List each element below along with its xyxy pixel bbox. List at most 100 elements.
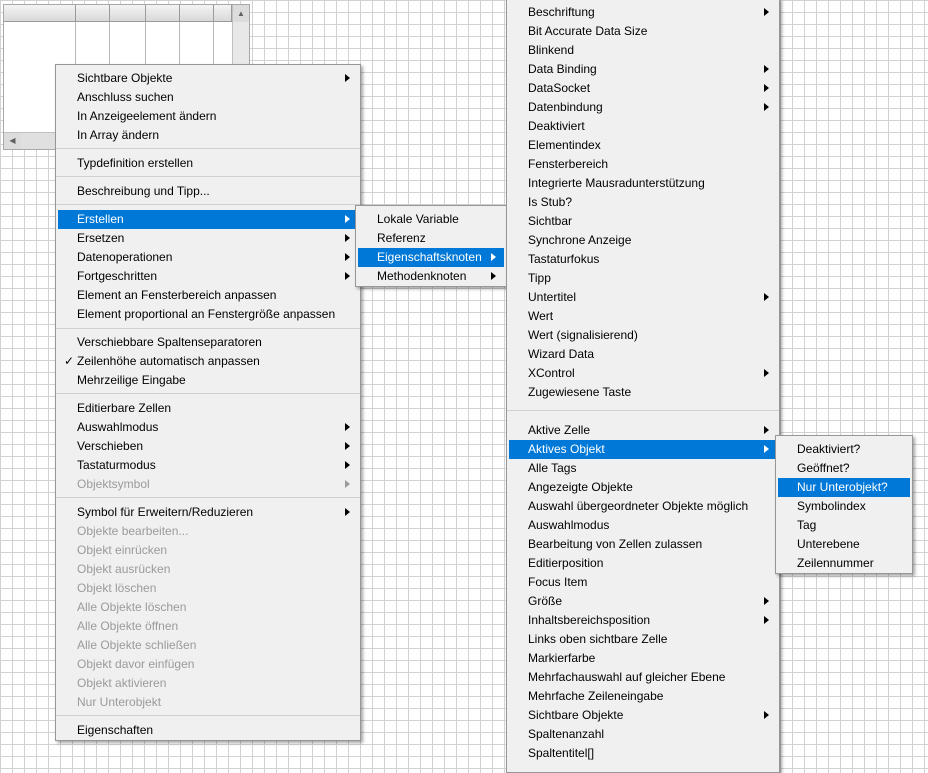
menu-item-synchrone-anzeige[interactable]: Synchrone Anzeige bbox=[509, 231, 777, 250]
menu-item-editierbare-zellen[interactable]: Editierbare Zellen bbox=[58, 399, 358, 418]
menu-item-tag[interactable]: Tag bbox=[778, 516, 910, 535]
menu-item-inhaltsbereichsposition[interactable]: Inhaltsbereichsposition bbox=[509, 611, 777, 630]
menu-item-tipp[interactable]: Tipp bbox=[509, 269, 777, 288]
menu-item-label: Zeilenhöhe automatisch anpassen bbox=[77, 354, 260, 368]
menu-item-anschluss-suchen[interactable]: Anschluss suchen bbox=[58, 88, 358, 107]
menu-item-label: Angezeigte Objekte bbox=[528, 480, 633, 494]
menu-item-auswahl-ubergeordneter-objekte-moglich[interactable]: Auswahl übergeordneter Objekte möglich bbox=[509, 497, 777, 516]
column-header[interactable] bbox=[76, 5, 110, 22]
menu-item-fortgeschritten[interactable]: Fortgeschritten bbox=[58, 267, 358, 286]
menu-item-markierfarbe[interactable]: Markierfarbe bbox=[509, 649, 777, 668]
menu-item-bearbeitung-von-zellen-zulassen[interactable]: Bearbeitung von Zellen zulassen bbox=[509, 535, 777, 554]
menu-item-spaltentitel[interactable]: Spaltentitel[] bbox=[509, 744, 777, 763]
menu-item-sichtbar[interactable]: Sichtbar bbox=[509, 212, 777, 231]
menu-item-wizard-data[interactable]: Wizard Data bbox=[509, 345, 777, 364]
menu-item-datasocket[interactable]: DataSocket bbox=[509, 79, 777, 98]
menu-item-symbolindex[interactable]: Symbolindex bbox=[778, 497, 910, 516]
menu-item-deaktiviert[interactable]: Deaktiviert bbox=[509, 117, 777, 136]
menu-item-symbol-fur-erweitern-reduzieren[interactable]: Symbol für Erweitern/Reduzieren bbox=[58, 503, 358, 522]
menu-item-beschriftung[interactable]: Beschriftung bbox=[509, 3, 777, 22]
submenu-aktives-objekt: Deaktiviert? Geöffnet? Nur Unterobjekt? Sym… bbox=[775, 435, 913, 574]
menu-item-untertitel[interactable]: Untertitel bbox=[509, 288, 777, 307]
menu-item-element-proportional-an-fenstergrosse-anpassen[interactable]: Element proportional an Fenstergröße anp… bbox=[58, 305, 358, 324]
menu-item-in-anzeigeelement-andern[interactable]: In Anzeigeelement ändern bbox=[58, 107, 358, 126]
menu-item-zugewiesene-taste[interactable]: Zugewiesene Taste bbox=[509, 383, 777, 402]
column-header[interactable] bbox=[110, 5, 146, 22]
menu-item-aktive-zelle[interactable]: Aktive Zelle bbox=[509, 421, 777, 440]
column-header[interactable] bbox=[4, 5, 76, 22]
menu-item-mehrzeilige-eingabe[interactable]: Mehrzeilige Eingabe bbox=[58, 371, 358, 390]
menu-item-integrierte-mausradunterstutzung[interactable]: Integrierte Mausradunterstützung bbox=[509, 174, 777, 193]
menu-item-label: Aktive Zelle bbox=[528, 423, 591, 437]
menu-item-datenbindung[interactable]: Datenbindung bbox=[509, 98, 777, 117]
menu-item-deaktiviert[interactable]: Deaktiviert? bbox=[778, 440, 910, 459]
menu-item-mehrfachauswahl-auf-gleicher-ebene[interactable]: Mehrfachauswahl auf gleicher Ebene bbox=[509, 668, 777, 687]
submenu-arrow-icon bbox=[764, 65, 769, 73]
column-header[interactable] bbox=[180, 5, 214, 22]
menu-item-xcontrol[interactable]: XControl bbox=[509, 364, 777, 383]
menu-item-element-an-fensterbereich-anpassen[interactable]: Element an Fensterbereich anpassen bbox=[58, 286, 358, 305]
menu-item-focus-item[interactable]: Focus Item bbox=[509, 573, 777, 592]
menu-item-eigenschaften[interactable]: Eigenschaften bbox=[58, 721, 358, 740]
submenu-arrow-icon bbox=[764, 369, 769, 377]
scroll-left-icon[interactable]: ◀ bbox=[4, 133, 21, 149]
column-header[interactable] bbox=[146, 5, 180, 22]
menu-item-methodenknoten[interactable]: Methodenknoten bbox=[358, 267, 504, 286]
menu-item-label: Is Stub? bbox=[528, 195, 573, 209]
menu-item-label: Objekte bearbeiten... bbox=[77, 524, 189, 538]
menu-item-erstellen[interactable]: Erstellen bbox=[58, 210, 358, 229]
menu-item-zeilennummer[interactable]: Zeilennummer bbox=[778, 554, 910, 573]
menu-item-tastaturmodus[interactable]: Tastaturmodus bbox=[58, 456, 358, 475]
menu-item-label: Zeilennummer bbox=[797, 556, 874, 570]
menu-item-beschreibung-und-tipp[interactable]: Beschreibung und Tipp... bbox=[58, 182, 358, 201]
menu-item-verschiebbare-spaltenseparatoren[interactable]: Verschiebbare Spaltenseparatoren bbox=[58, 333, 358, 352]
menu-item-tastaturfokus[interactable]: Tastaturfokus bbox=[509, 250, 777, 269]
menu-item-wert-signalisierend[interactable]: Wert (signalisierend) bbox=[509, 326, 777, 345]
menu-item-label: Objekt ausrücken bbox=[77, 562, 171, 576]
menu-item-mehrfache-zeileneingabe[interactable]: Mehrfache Zeileneingabe bbox=[509, 687, 777, 706]
menu-item-label: Auswahlmodus bbox=[528, 518, 610, 532]
menu-item-ersetzen[interactable]: Ersetzen bbox=[58, 229, 358, 248]
menu-item-typdefinition-erstellen[interactable]: Typdefinition erstellen bbox=[58, 154, 358, 173]
submenu-arrow-icon bbox=[764, 293, 769, 301]
menu-item-aktives-objekt[interactable]: Aktives Objekt bbox=[509, 440, 777, 459]
menu-item-fensterbereich[interactable]: Fensterbereich bbox=[509, 155, 777, 174]
scroll-up-icon[interactable]: ▲ bbox=[233, 5, 249, 22]
menu-item-elementindex[interactable]: Elementindex bbox=[509, 136, 777, 155]
menu-item-editierposition[interactable]: Editierposition bbox=[509, 554, 777, 573]
menu-item-angezeigte-objekte[interactable]: Angezeigte Objekte bbox=[509, 478, 777, 497]
menu-item-auswahlmodus[interactable]: Auswahlmodus bbox=[509, 516, 777, 535]
menu-item-label: Bit Accurate Data Size bbox=[528, 24, 648, 38]
menu-item-label: Objekt davor einfügen bbox=[77, 657, 195, 671]
menu-item-objekt-aktivieren: Objekt aktivieren bbox=[58, 674, 358, 693]
menu-item-geoffnet[interactable]: Geöffnet? bbox=[778, 459, 910, 478]
menu-item-grosse[interactable]: Größe bbox=[509, 592, 777, 611]
submenu-arrow-icon bbox=[764, 84, 769, 92]
menu-item-data-binding[interactable]: Data Binding bbox=[509, 60, 777, 79]
menu-item-label: Beschriftung bbox=[528, 5, 595, 19]
menu-item-wert[interactable]: Wert bbox=[509, 307, 777, 326]
menu-item-label: Eigenschaften bbox=[77, 723, 154, 737]
menu-item-spaltenanzahl[interactable]: Spaltenanzahl bbox=[509, 725, 777, 744]
menu-item-referenz[interactable]: Referenz bbox=[358, 229, 504, 248]
menu-item-auswahlmodus[interactable]: Auswahlmodus bbox=[58, 418, 358, 437]
column-header[interactable] bbox=[214, 5, 232, 22]
menu-item-is-stub[interactable]: Is Stub? bbox=[509, 193, 777, 212]
menu-item-bit-accurate-data-size[interactable]: Bit Accurate Data Size bbox=[509, 22, 777, 41]
menu-item-nur-unterobjekt[interactable]: Nur Unterobjekt? bbox=[778, 478, 910, 497]
menu-item-in-array-andern[interactable]: In Array ändern bbox=[58, 126, 358, 145]
menu-item-alle-tags[interactable]: Alle Tags bbox=[509, 459, 777, 478]
menu-item-sichtbare-objekte[interactable]: Sichtbare Objekte bbox=[509, 706, 777, 725]
menu-item-unterebene[interactable]: Unterebene bbox=[778, 535, 910, 554]
submenu-arrow-icon bbox=[345, 215, 350, 223]
menu-item-lokale-variable[interactable]: Lokale Variable bbox=[358, 210, 504, 229]
menu-item-label: Spaltentitel[] bbox=[528, 746, 595, 760]
menu-item-eigenschaftsknoten[interactable]: Eigenschaftsknoten bbox=[358, 248, 504, 267]
menu-item-datenoperationen[interactable]: Datenoperationen bbox=[58, 248, 358, 267]
menu-item-links-oben-sichtbare-zelle[interactable]: Links oben sichtbare Zelle bbox=[509, 630, 777, 649]
menu-item-sichtbare-objekte[interactable]: Sichtbare Objekte bbox=[58, 69, 358, 88]
menu-item-verschieben[interactable]: Verschieben bbox=[58, 437, 358, 456]
menu-item-blinkend[interactable]: Blinkend bbox=[509, 41, 777, 60]
menu-item-label: Focus Item bbox=[528, 575, 588, 589]
menu-item-zeilenhohe-automatisch-anpassen[interactable]: Zeilenhöhe automatisch anpassen ✓ bbox=[58, 352, 358, 371]
